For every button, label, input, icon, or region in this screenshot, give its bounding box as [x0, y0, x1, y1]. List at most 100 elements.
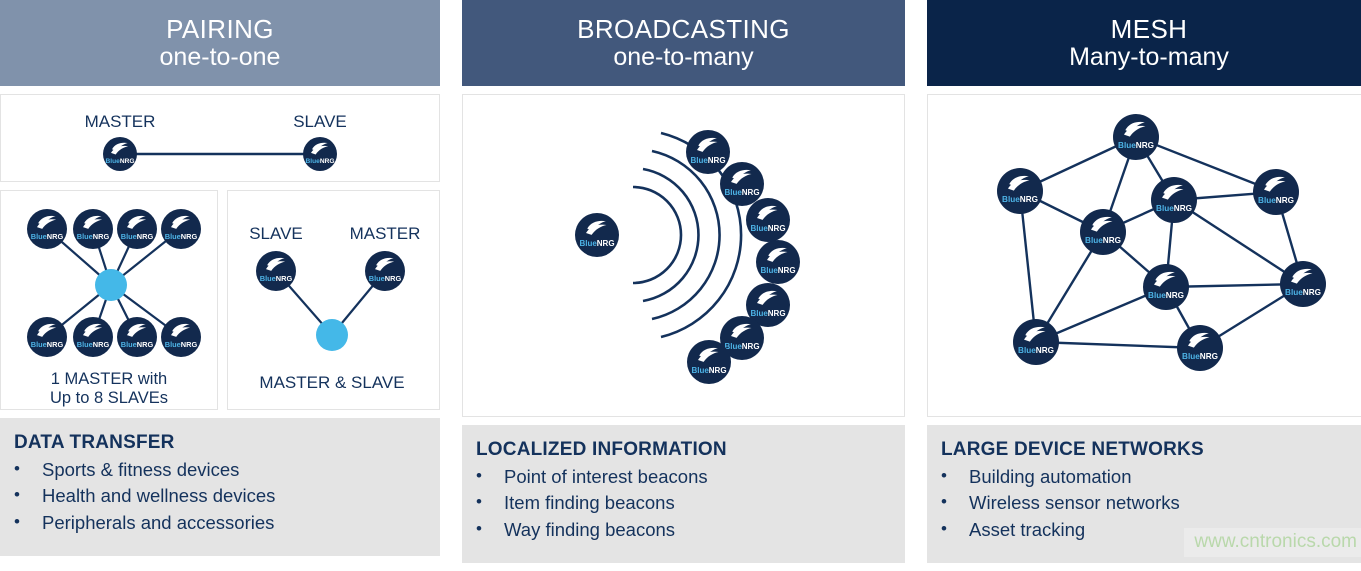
diagram-star-master-slaves: BlueNRG BlueNRG BlueNRG BlueNRG BlueNRG … — [0, 190, 218, 410]
node-slave-mid: BlueNRG — [256, 251, 296, 291]
info-localized-information: LOCALIZED INFORMATION • Point of interest… — [462, 425, 905, 563]
node-master-mid: BlueNRG — [365, 251, 405, 291]
svg-text:BlueNRG: BlueNRG — [77, 340, 110, 349]
bullet-icon: • — [14, 511, 20, 531]
list-item: • Item finding beacons — [476, 490, 905, 516]
header-broadcasting-title: BROADCASTING — [577, 13, 790, 44]
list-item-label: Health and wellness devices — [42, 485, 276, 507]
svg-text:BlueNRG: BlueNRG — [579, 239, 614, 248]
list-item-label: Asset tracking — [969, 518, 1086, 540]
svg-text:BlueNRG: BlueNRG — [31, 340, 64, 349]
info-title-large-device-networks: LARGE DEVICE NETWORKS — [941, 439, 1204, 460]
hub-master-slave-node — [316, 319, 348, 351]
broadcast-receiver-nodes: BlueNRG BlueNRG BlueNRG BlueNRG BlueNRG … — [686, 130, 800, 384]
list-item: • Sports & fitness devices — [14, 457, 440, 483]
star-caption-line1: 1 MASTER with — [51, 370, 167, 388]
list-item-label: Way finding beacons — [504, 518, 676, 540]
svg-text:BlueNRG: BlueNRG — [1018, 346, 1054, 355]
label-master-mid: MASTER — [350, 224, 421, 243]
list-item-label: Sports & fitness devices — [42, 459, 240, 480]
one-to-one-svg: MASTER SLAVE BlueNRG BlueNRG — [85, 112, 347, 171]
info-title-data-transfer: DATA TRANSFER — [14, 432, 175, 453]
header-broadcasting: BROADCASTING one-to-many — [462, 0, 905, 86]
info-large-device-networks: LARGE DEVICE NETWORKS • Building automati… — [927, 425, 1361, 563]
list-item: • Health and wellness devices — [14, 483, 440, 509]
svg-text:BlueNRG: BlueNRG — [306, 158, 335, 165]
header-pairing-title: PAIRING — [166, 13, 274, 44]
svg-text:BlueNRG: BlueNRG — [106, 158, 135, 165]
svg-text:BlueNRG: BlueNRG — [760, 266, 795, 275]
node-slave-top: BlueNRG — [303, 137, 337, 171]
svg-text:BlueNRG: BlueNRG — [750, 309, 785, 318]
svg-text:BlueNRG: BlueNRG — [1285, 288, 1321, 297]
header-pairing-subtitle: one-to-one — [159, 42, 281, 71]
hub-master-node — [95, 269, 127, 301]
info-data-transfer: DATA TRANSFER • Sports & fitness devices … — [0, 418, 440, 556]
bullet-icon: • — [476, 518, 482, 538]
diagram-one-to-one: MASTER SLAVE BlueNRG BlueNRG — [0, 94, 440, 182]
mesh-svg: BlueNRG BlueNRG BlueNRG BlueNRG BlueNRG … — [997, 114, 1326, 371]
bluetooth-topology-infographic: PAIRING one-to-one MASTER SLAVE BlueNRG — [0, 0, 1361, 571]
list-item-label: Wireless sensor networks — [969, 492, 1180, 514]
svg-text:BlueNRG: BlueNRG — [121, 340, 154, 349]
svg-text:BlueNRG: BlueNRG — [260, 274, 293, 283]
svg-text:BlueNRG: BlueNRG — [1085, 236, 1121, 245]
svg-text:BlueNRG: BlueNRG — [690, 156, 725, 165]
bullet-icon: • — [941, 466, 947, 485]
svg-text:BlueNRG: BlueNRG — [31, 232, 64, 241]
bullet-icon: • — [941, 492, 947, 512]
bullet-icon: • — [476, 492, 482, 512]
column-pairing: PAIRING one-to-one MASTER SLAVE BlueNRG — [0, 0, 440, 571]
star-topology-svg: BlueNRG BlueNRG BlueNRG BlueNRG BlueNRG … — [27, 209, 201, 407]
diagram-broadcasting: BlueNRG BlueNRG BlueNRG BlueNRG BlueNRG … — [462, 94, 905, 417]
list-item: • Way finding beacons — [476, 517, 905, 543]
list-item: • Peripherals and accessories — [14, 510, 440, 536]
list-item: • Point of interest beacons — [476, 464, 905, 490]
svg-text:BlueNRG: BlueNRG — [165, 340, 198, 349]
svg-text:BlueNRG: BlueNRG — [1148, 291, 1184, 300]
node-broadcaster: BlueNRG — [575, 213, 619, 257]
master-slave-caption: MASTER & SLAVE — [259, 373, 404, 392]
info-list-data-transfer: • Sports & fitness devices • Health and we… — [14, 457, 440, 536]
bullet-icon: • — [14, 485, 20, 505]
list-item: • Wireless sensor networks — [941, 490, 1361, 516]
mesh-edges — [1018, 135, 1305, 350]
master-slave-svg: SLAVE MASTER BlueNRG BlueNRG MASTER & SL… — [249, 224, 421, 392]
svg-text:BlueNRG: BlueNRG — [1258, 196, 1294, 205]
mesh-nodes: BlueNRG BlueNRG BlueNRG BlueNRG BlueNRG … — [997, 114, 1326, 371]
svg-text:BlueNRG: BlueNRG — [121, 232, 154, 241]
broadcasting-svg: BlueNRG BlueNRG BlueNRG BlueNRG BlueNRG … — [575, 130, 800, 384]
info-list-localized-information: • Point of interest beacons • Item finding… — [476, 464, 905, 543]
list-item-label: Item finding beacons — [504, 492, 675, 514]
pairing-sub-panels: BlueNRG BlueNRG BlueNRG BlueNRG BlueNRG … — [0, 190, 440, 410]
header-mesh-title: MESH — [1110, 13, 1188, 44]
bullet-icon: • — [941, 518, 947, 538]
svg-text:BlueNRG: BlueNRG — [165, 232, 198, 241]
bullet-icon: • — [14, 459, 20, 478]
header-mesh: MESH Many-to-many — [927, 0, 1361, 86]
column-mesh: MESH Many-to-many BlueNRG BlueNRG BlueNR… — [927, 0, 1361, 571]
diagram-mesh: BlueNRG BlueNRG BlueNRG BlueNRG BlueNRG … — [927, 94, 1361, 417]
svg-text:BlueNRG: BlueNRG — [1118, 141, 1154, 150]
svg-text:BlueNRG: BlueNRG — [1002, 195, 1038, 204]
header-mesh-subtitle: Many-to-many — [1069, 42, 1229, 71]
star-caption-line2: Up to 8 SLAVEs — [50, 389, 168, 407]
svg-text:BlueNRG: BlueNRG — [724, 342, 759, 351]
header-pairing: PAIRING one-to-one — [0, 0, 440, 86]
watermark: www.cntronics.com — [1184, 528, 1361, 557]
svg-text:BlueNRG: BlueNRG — [77, 232, 110, 241]
label-master-top: MASTER — [85, 112, 156, 131]
list-item-label: Point of interest beacons — [504, 466, 708, 487]
bullet-icon: • — [476, 466, 482, 485]
list-item-label: Peripherals and accessories — [42, 511, 275, 533]
svg-text:BlueNRG: BlueNRG — [1182, 352, 1218, 361]
list-item: • Building automation — [941, 464, 1361, 490]
list-item-label: Building automation — [969, 466, 1132, 487]
svg-text:BlueNRG: BlueNRG — [724, 188, 759, 197]
svg-text:BlueNRG: BlueNRG — [1156, 204, 1192, 213]
node-master-top: BlueNRG — [103, 137, 137, 171]
column-broadcasting: BROADCASTING one-to-many BlueNRG BlueNRG — [462, 0, 905, 571]
header-broadcasting-subtitle: one-to-many — [613, 42, 754, 71]
svg-text:BlueNRG: BlueNRG — [750, 224, 785, 233]
info-title-localized-information: LOCALIZED INFORMATION — [476, 439, 727, 460]
